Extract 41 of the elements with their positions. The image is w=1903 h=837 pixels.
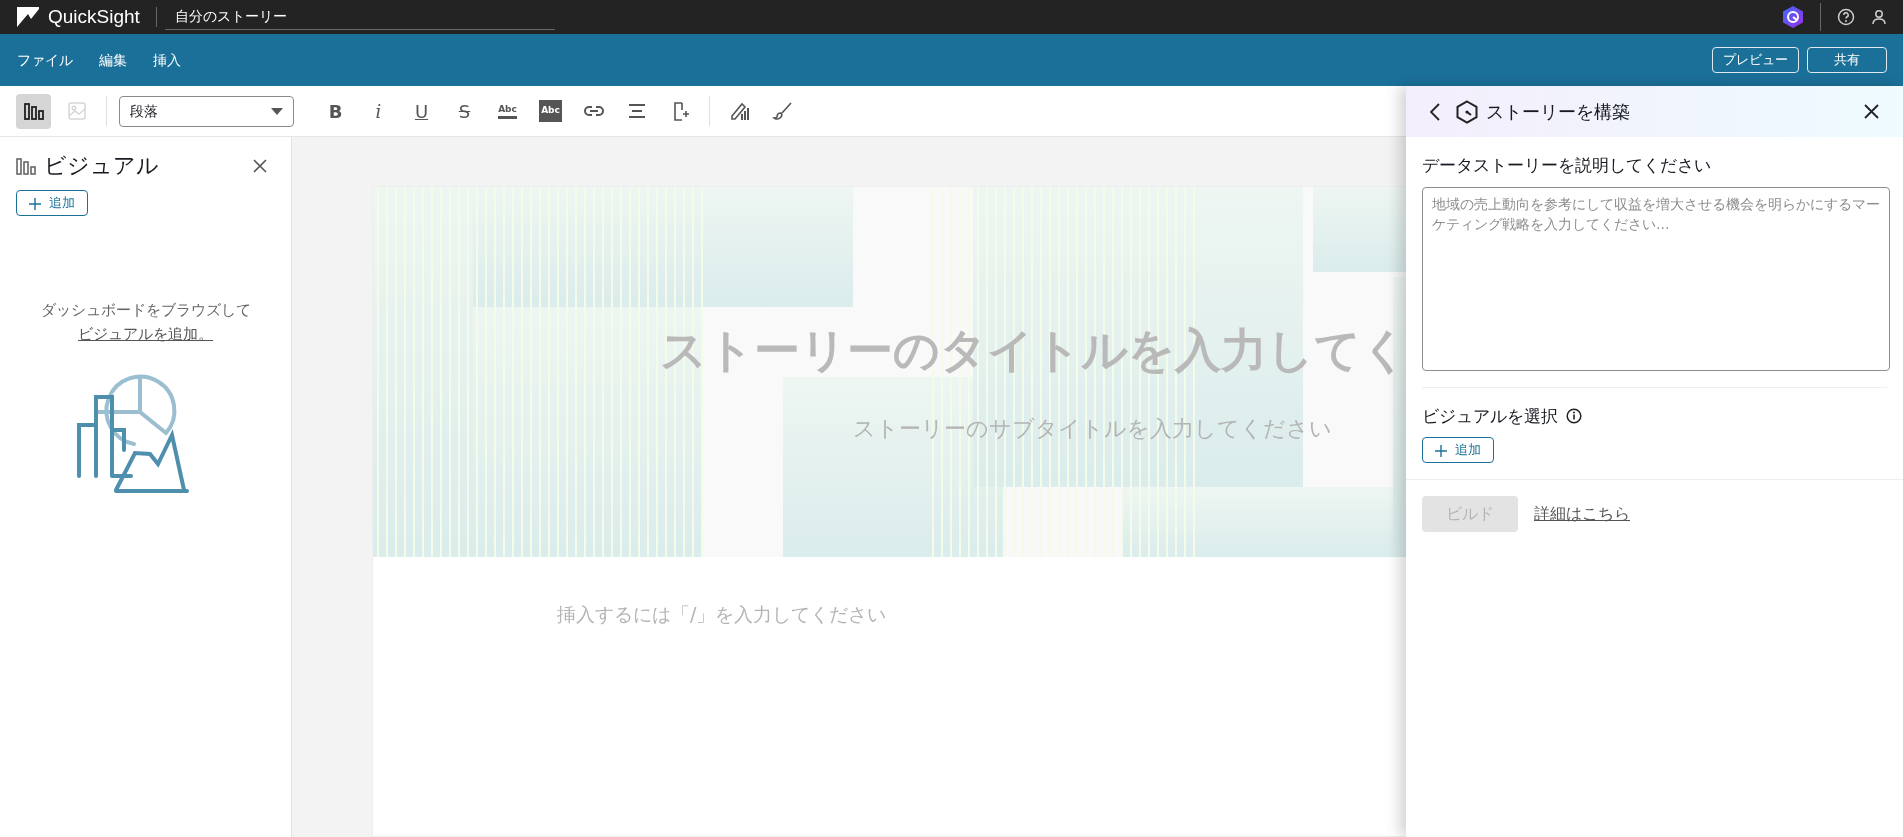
panel-title: ストーリーを構築 [1486, 100, 1630, 124]
back-icon[interactable] [1430, 102, 1440, 121]
highlight-button[interactable]: Abc [533, 93, 568, 129]
paint-brush-icon [771, 100, 794, 122]
image-icon [65, 100, 88, 122]
brand-name: QuickSight [48, 4, 140, 29]
assistant-icon [1456, 99, 1478, 124]
bold-button[interactable]: B [318, 93, 353, 129]
close-icon[interactable] [253, 158, 267, 173]
assistant-icon[interactable] [1782, 5, 1804, 29]
close-icon[interactable] [1864, 104, 1879, 119]
info-icon[interactable] [1566, 408, 1582, 425]
document-title[interactable]: 自分のストーリー [164, 4, 555, 30]
menu-item[interactable]: 挿入 [144, 45, 190, 75]
menu-item[interactable]: ファイル [8, 45, 82, 75]
add-visual-button[interactable]: 追加 [16, 190, 88, 216]
plus-icon [1435, 444, 1447, 457]
bar-chart-icon [16, 156, 36, 175]
user-icon[interactable] [1871, 9, 1887, 25]
prompt-label: データストーリーを説明してください [1422, 154, 1712, 177]
text-color-button[interactable]: Abc [490, 93, 525, 129]
italic-button[interactable]: i [361, 93, 396, 129]
chart-pencil-icon [728, 100, 751, 122]
caret-icon [271, 107, 283, 115]
underline-button[interactable]: U [404, 93, 439, 129]
story-prompt-field[interactable]: 地域の売上動向を参考にして収益を増大させる機会を明らかにするマーケティング戦略を入力してください... [1422, 186, 1890, 371]
learn-more-link[interactable]: 詳細はこちら [1534, 501, 1630, 526]
add-visual-button[interactable]: 追加 [1422, 437, 1494, 463]
strike-button[interactable]: S [447, 93, 482, 129]
plus-icon [29, 197, 41, 210]
header-button[interactable]: 共有 [1807, 47, 1887, 73]
header-button[interactable]: プレビュー [1712, 47, 1799, 73]
paragraph-style-select[interactable]: 段落 [119, 95, 294, 127]
add-visual-link[interactable]: ビジュアルを追加。 [78, 324, 213, 343]
menu-item[interactable]: 編集 [90, 45, 136, 75]
visuals-toggle[interactable] [16, 93, 51, 129]
empty-message: ダッシュボードをブラウズして [39, 299, 252, 321]
bar-chart-icon [22, 100, 45, 122]
sidebar-title: ビジュアル [44, 152, 159, 180]
visuals-label: ビジュアルを選択 [1422, 404, 1558, 428]
help-icon[interactable] [1837, 8, 1855, 26]
